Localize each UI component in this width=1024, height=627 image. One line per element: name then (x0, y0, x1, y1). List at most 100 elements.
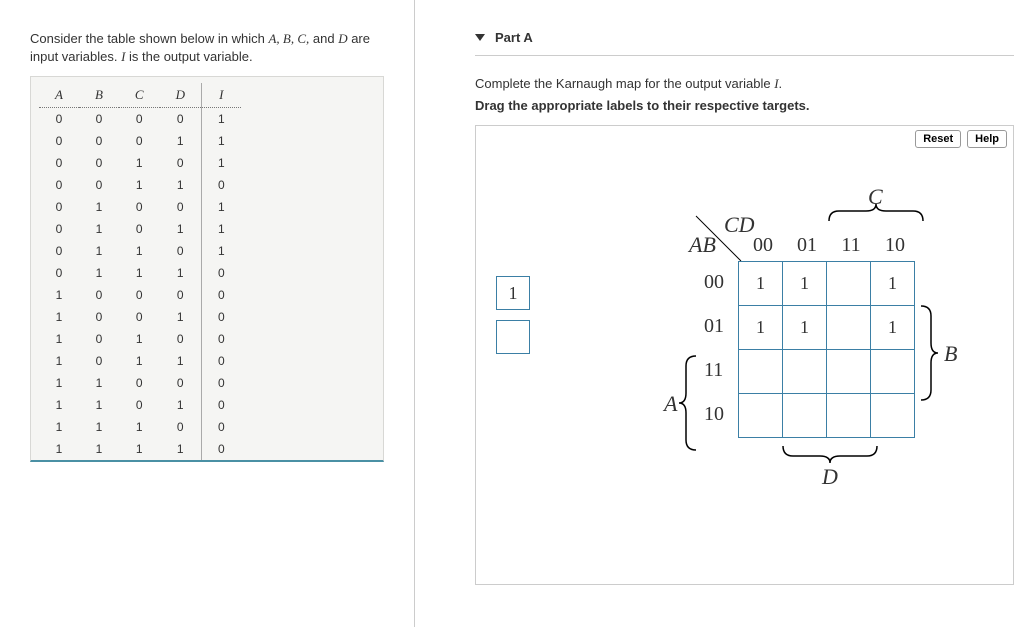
vars-abc: A, B, C, (268, 31, 309, 46)
cell: 0 (119, 108, 160, 131)
kmap-cell[interactable]: 1 (871, 262, 915, 306)
kmap-cell[interactable] (783, 394, 827, 438)
cell: 0 (160, 372, 202, 394)
cell: 1 (201, 108, 240, 131)
table-row: 11010 (39, 394, 241, 416)
table-row: 01110 (39, 262, 241, 284)
problem-panel: Consider the table shown below in which … (0, 0, 415, 627)
cell: 1 (201, 240, 240, 262)
part-header[interactable]: Part A (475, 30, 1014, 56)
kmap-cell[interactable]: 1 (871, 306, 915, 350)
cell: 0 (119, 130, 160, 152)
cell: 0 (39, 240, 79, 262)
cell: 1 (79, 218, 119, 240)
table-row: 00101 (39, 152, 241, 174)
kmap-cell[interactable] (827, 350, 871, 394)
kmap-cell[interactable]: 1 (739, 306, 783, 350)
cell: 1 (160, 262, 202, 284)
table-row: 01011 (39, 218, 241, 240)
text: . (779, 76, 783, 91)
col-hdr-10: 10 (880, 234, 910, 257)
cell: 1 (119, 152, 160, 174)
cell: 1 (39, 306, 79, 328)
kmap-cell[interactable] (739, 394, 783, 438)
text: Consider the table shown below in which (30, 31, 268, 46)
truth-table: A B C D I 000010001100101001100100101011… (39, 83, 241, 460)
col-hdr-01: 01 (792, 234, 822, 257)
kmap-diagram: CD AB C B A D 00 01 11 10 00 01 11 10 11… (556, 146, 996, 506)
col-hdr-11: 11 (836, 234, 866, 257)
cell: 1 (201, 196, 240, 218)
cell: 1 (79, 240, 119, 262)
row-hdr-00: 00 (704, 271, 724, 294)
row-hdr-10: 10 (704, 403, 724, 426)
th-d: D (160, 83, 202, 108)
cell: 0 (119, 306, 160, 328)
cell: 0 (160, 328, 202, 350)
cell: 0 (79, 130, 119, 152)
cell: 0 (160, 196, 202, 218)
kmap-row: 111 (739, 306, 915, 350)
draggable-label-1[interactable]: 1 (496, 276, 530, 310)
kmap-cell[interactable]: 1 (783, 262, 827, 306)
cell: 0 (160, 284, 202, 306)
cell: 1 (119, 328, 160, 350)
cell: 1 (160, 438, 202, 460)
cell: 0 (201, 306, 240, 328)
table-row: 11110 (39, 438, 241, 460)
kmap-cell[interactable] (871, 394, 915, 438)
kmap-row (739, 350, 915, 394)
cell: 1 (39, 284, 79, 306)
cell: 1 (160, 394, 202, 416)
cell: 0 (39, 108, 79, 131)
table-row: 11000 (39, 372, 241, 394)
part-title: Part A (495, 30, 533, 45)
table-row: 00001 (39, 108, 241, 131)
cell: 0 (79, 328, 119, 350)
cell: 0 (39, 196, 79, 218)
kmap-cell[interactable]: 1 (739, 262, 783, 306)
cell: 0 (119, 372, 160, 394)
cell: 0 (201, 262, 240, 284)
kmap-cell[interactable] (827, 262, 871, 306)
cell: 1 (119, 240, 160, 262)
text: is the output variable. (125, 49, 252, 64)
cell: 1 (39, 394, 79, 416)
table-row: 01001 (39, 196, 241, 218)
kmap-row: 111 (739, 262, 915, 306)
cell: 0 (201, 416, 240, 438)
table-row: 00011 (39, 130, 241, 152)
kmap-cell[interactable] (739, 350, 783, 394)
cell: 1 (39, 372, 79, 394)
cell: 1 (39, 350, 79, 372)
cell: 0 (160, 152, 202, 174)
problem-statement: Consider the table shown below in which … (30, 30, 384, 66)
var-d: D (338, 31, 347, 46)
cell: 1 (201, 152, 240, 174)
cell: 1 (160, 306, 202, 328)
drag-instruction: Drag the appropriate labels to their res… (475, 98, 1014, 113)
cell: 0 (39, 130, 79, 152)
kmap-cell[interactable] (871, 350, 915, 394)
cell: 1 (119, 262, 160, 284)
answer-panel: Part A Complete the Karnaugh map for the… (415, 0, 1024, 627)
cell: 1 (201, 218, 240, 240)
kmap-cell[interactable] (827, 306, 871, 350)
cell: 0 (39, 262, 79, 284)
cell: 0 (79, 108, 119, 131)
kmap-cell[interactable] (783, 350, 827, 394)
kmap-cell[interactable]: 1 (783, 306, 827, 350)
kmap-cell[interactable] (827, 394, 871, 438)
text: Complete the Karnaugh map for the output… (475, 76, 774, 91)
cell: 1 (201, 130, 240, 152)
instruction: Complete the Karnaugh map for the output… (475, 76, 1014, 92)
draggable-label-blank[interactable] (496, 320, 530, 354)
table-row: 10000 (39, 284, 241, 306)
cell: 1 (79, 416, 119, 438)
cell: 0 (119, 196, 160, 218)
cell: 1 (160, 218, 202, 240)
collapse-caret-icon[interactable] (475, 34, 485, 41)
truth-table-container: A B C D I 000010001100101001100100101011… (30, 76, 384, 462)
cell: 1 (119, 350, 160, 372)
cell: 0 (160, 416, 202, 438)
